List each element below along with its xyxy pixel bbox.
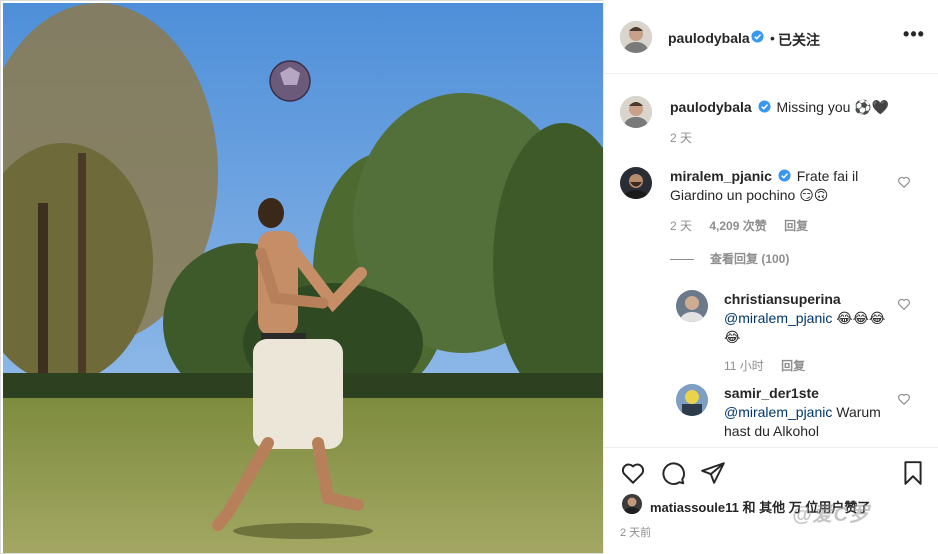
- post-timestamp[interactable]: 2 天前: [620, 524, 651, 540]
- author-avatar[interactable]: [620, 21, 652, 53]
- reply-body: samir_der1ste @miralem_pjanic Warum hast…: [724, 384, 894, 441]
- comment-body: miralem_pjanic Frate fai il Giardino un …: [670, 167, 886, 205]
- reply-like-heart-icon[interactable]: [897, 392, 911, 406]
- soccer-player-juggling-image: [3, 3, 603, 553]
- author-username[interactable]: paulodybala: [668, 30, 750, 46]
- caption-text: paulodybala Missing you ⚽🖤: [670, 98, 889, 117]
- comment-username[interactable]: miralem_pjanic: [670, 168, 772, 184]
- liked-by-avatar[interactable]: [622, 494, 642, 514]
- reply-like-heart-icon[interactable]: [897, 297, 911, 311]
- comment-meta: 2 天 4,209 次赞 回复: [670, 217, 822, 234]
- watermark: @爱C罗: [792, 504, 870, 526]
- post-side-panel: paulodybala • 已关注 ••• paulodybala Missin…: [603, 0, 938, 554]
- caption-timestamp[interactable]: 2 天: [670, 129, 692, 146]
- bookmark-icon[interactable]: [900, 460, 926, 486]
- heart-icon[interactable]: [620, 460, 646, 486]
- reply-username[interactable]: samir_der1ste: [724, 385, 819, 401]
- view-replies-toggle[interactable]: 查看回复 (100): [670, 250, 789, 267]
- reply-mention[interactable]: @miralem_pjanic: [724, 310, 832, 326]
- caption-avatar[interactable]: [620, 96, 652, 128]
- replies-divider-line: [670, 259, 694, 261]
- more-options-icon[interactable]: •••: [900, 24, 928, 48]
- reply-body: christiansuperina @miralem_pjanic 😂😂😂 😂: [724, 290, 894, 347]
- view-replies-label[interactable]: 查看回复 (100): [710, 252, 789, 266]
- header-separator: •: [770, 30, 775, 46]
- paper-plane-icon[interactable]: [700, 460, 726, 486]
- reply-avatar[interactable]: [676, 290, 708, 322]
- comment-like-heart-icon[interactable]: [897, 175, 911, 189]
- comment-like-count[interactable]: 4,209 次赞: [709, 219, 766, 233]
- verified-badge-icon: [758, 100, 771, 113]
- reply-meta: 11 小时 回复: [724, 357, 819, 374]
- reply-timestamp[interactable]: 11 小时: [724, 359, 764, 373]
- verified-badge-icon: [778, 169, 791, 182]
- caption-body: Missing you ⚽🖤: [776, 99, 890, 115]
- comment-avatar[interactable]: [620, 167, 652, 199]
- reply-reply-button[interactable]: 回复: [781, 359, 805, 373]
- comments-list[interactable]: paulodybala Missing you ⚽🖤 2 天 miralem_p…: [604, 75, 938, 447]
- following-status-button[interactable]: 已关注: [778, 30, 820, 50]
- post-actions-footer: matiassoule11 和 其他 万 位用户赞了 2 天前 @爱C罗: [604, 447, 938, 554]
- verified-badge-icon: [751, 30, 764, 46]
- caption-username[interactable]: paulodybala: [670, 99, 752, 115]
- comment-timestamp[interactable]: 2 天: [670, 219, 692, 233]
- liked-by-username[interactable]: matiassoule11: [650, 500, 739, 515]
- post-photo[interactable]: [3, 3, 603, 553]
- reply-avatar[interactable]: [676, 384, 708, 416]
- reply-mention[interactable]: @miralem_pjanic: [724, 404, 832, 420]
- reply-username[interactable]: christiansuperina: [724, 291, 841, 307]
- post-header: paulodybala • 已关注 •••: [604, 0, 938, 74]
- comment-bubble-icon[interactable]: [660, 460, 686, 486]
- comment-reply-button[interactable]: 回复: [784, 219, 808, 233]
- liked-by-others[interactable]: 和 其他: [739, 500, 786, 515]
